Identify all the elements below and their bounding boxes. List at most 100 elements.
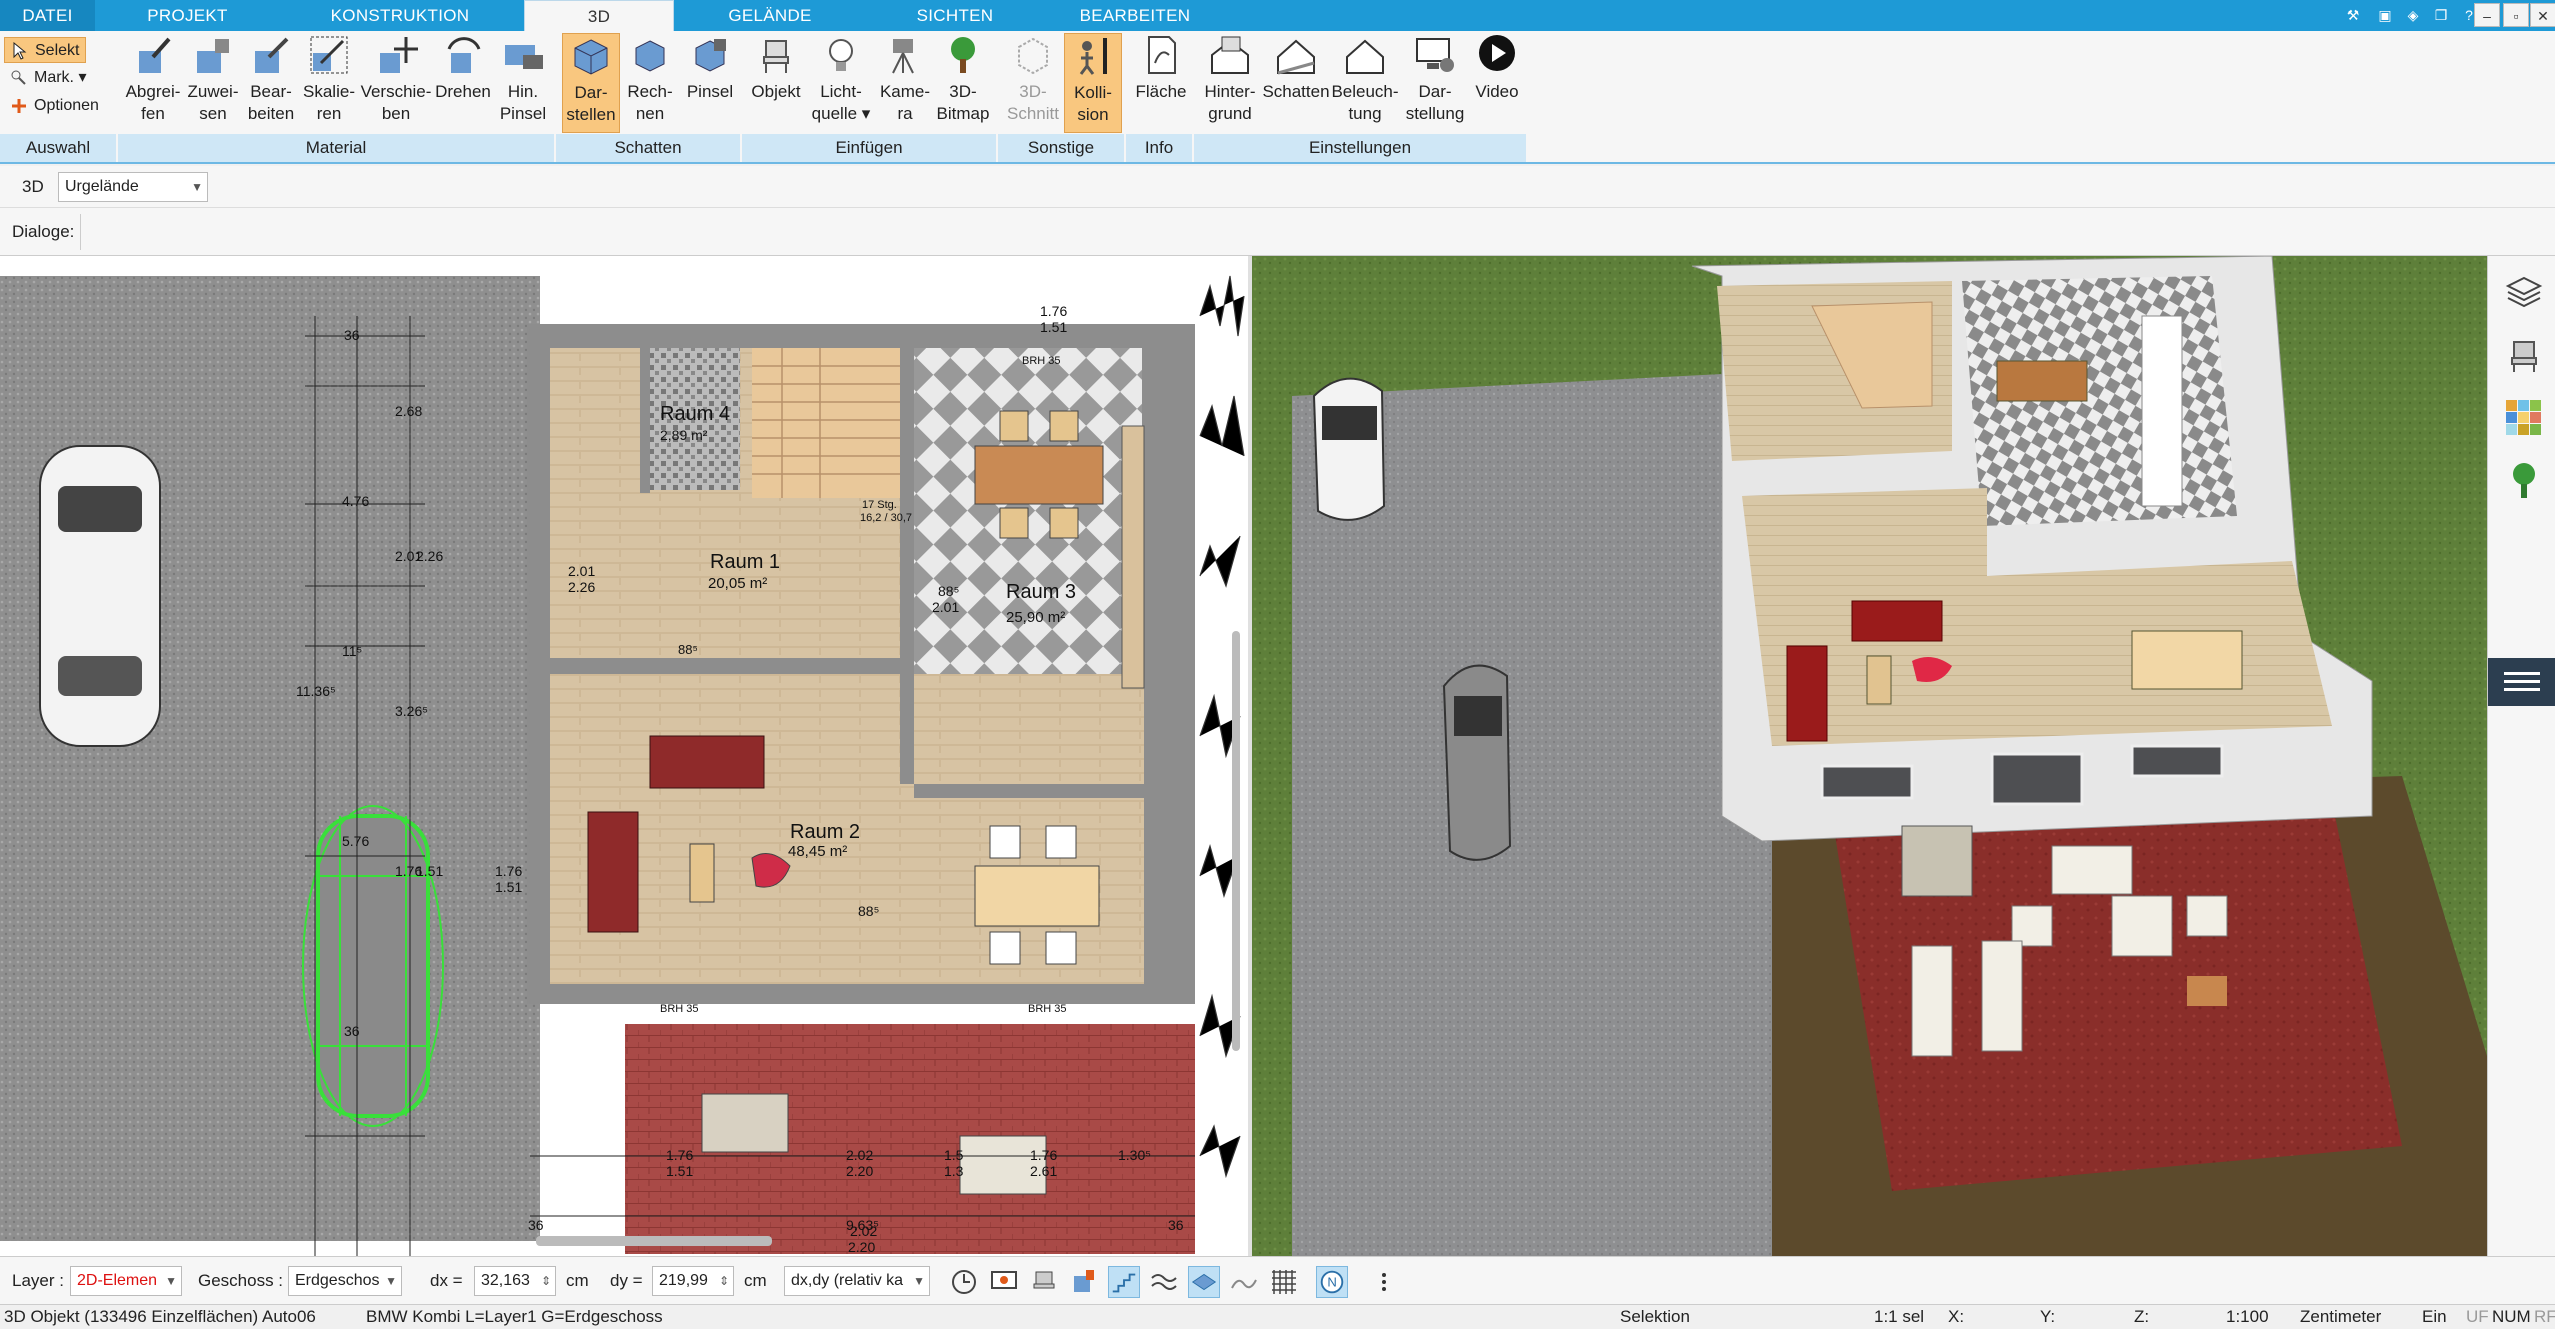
kamera-button[interactable]: Kame-ra (872, 33, 938, 125)
darstellung-label-1: Dar- (1418, 82, 1452, 101)
status-object: 3D Objekt (133496 Einzelflächen) Auto06 (4, 1307, 316, 1326)
dim-151-left: 1.51 (495, 879, 522, 895)
restore-button[interactable]: ▫ (2503, 3, 2529, 27)
clock-icon[interactable] (948, 1266, 980, 1298)
chevron-down-icon: ▼ (913, 1274, 925, 1288)
geschoss-select[interactable]: Erdgeschos ▼ (288, 1266, 402, 1296)
mark-button[interactable]: Mark. ▾ (4, 65, 94, 91)
raum1-area: 20,05 m² (708, 575, 767, 592)
zuweisen-button[interactable]: Zuwei-sen (180, 33, 246, 125)
selekt-button[interactable]: Selekt (4, 37, 86, 63)
close-button[interactable]: ✕ (2530, 3, 2555, 27)
spinner-icon[interactable]: ⇕ (541, 1267, 551, 1295)
hintergrund-button[interactable]: Hinter-grund (1198, 33, 1262, 125)
status-uf: UF (2466, 1307, 2489, 1326)
chair-icon[interactable] (2504, 336, 2544, 376)
dim-130-terr: 1.30⁵ (1118, 1147, 1151, 1163)
ribbon: Selekt Mark. ▾ Optionen Abgrei-fen Zuwei… (0, 31, 2555, 164)
schatten-pinsel-button[interactable]: Pinsel (680, 33, 740, 103)
car-gray-3d[interactable] (1442, 664, 1512, 861)
tab-3d[interactable]: 3D (524, 0, 674, 32)
beleuchtung-button[interactable]: Beleuch-tung (1330, 33, 1400, 125)
floor-plan-view[interactable]: Raum 4 2,89 m² Raum 1 20,05 m² Raum 3 25… (0, 256, 1248, 1256)
more-icon[interactable] (1368, 1266, 1400, 1298)
bearbeiten-button[interactable]: Bear-beiten (238, 33, 304, 125)
duplicate-icon[interactable]: ❐ (2428, 3, 2454, 27)
coffee-table (689, 843, 715, 903)
schatten-settings-button[interactable]: Schatten (1262, 33, 1330, 103)
stairs-icon[interactable] (1108, 1266, 1140, 1298)
kollision-button[interactable]: Kolli-sion (1064, 33, 1122, 133)
abgreifen-button[interactable]: Abgrei-fen (120, 33, 186, 125)
coordinate-mode-select[interactable]: dx,dy (relativ ka ▼ (784, 1266, 930, 1296)
chair-icon[interactable] (1028, 1266, 1060, 1298)
3d-bitmap-label-1: 3D- (949, 82, 977, 101)
3d-view[interactable] (1252, 256, 2487, 1256)
layer-select[interactable]: 2D-Elemen ▼ (70, 1266, 182, 1296)
optionen-button[interactable]: Optionen (4, 93, 114, 119)
dim-201-door-2: 2.01 (932, 599, 959, 615)
tab-bearbeiten[interactable]: BEARBEITEN (1050, 0, 1220, 31)
paint-icon[interactable] (1068, 1266, 1100, 1298)
drehen-button[interactable]: Drehen (430, 33, 496, 103)
floor-plan-canvas[interactable]: Raum 4 2,89 m² Raum 1 20,05 m² Raum 3 25… (0, 256, 1248, 1256)
3d-bitmap-button[interactable]: 3D- Bitmap (930, 33, 996, 125)
layer-label: Layer : (12, 1271, 64, 1290)
raum2-name: Raum 2 (790, 821, 860, 843)
palette-icon[interactable]: ◈ (2400, 3, 2426, 27)
dy-input[interactable]: 219,99 ⇕ (652, 1266, 734, 1296)
terrain-select[interactable]: Urgelände ▼ (58, 172, 208, 202)
kollision-label-2: sion (1077, 105, 1109, 124)
plan-scrollbar-vertical[interactable] (1232, 631, 1240, 1051)
lichtquelle-button[interactable]: Licht-quelle ▾ (808, 33, 874, 125)
dx-input[interactable]: 32,163 ⇕ (474, 1266, 556, 1296)
video-button[interactable]: Video (1470, 33, 1524, 103)
plan-scrollbar-horizontal[interactable] (536, 1236, 772, 1246)
background-icon (1211, 36, 1249, 74)
spinner-icon[interactable]: ⇕ (719, 1267, 729, 1295)
objekt-button[interactable]: Objekt (746, 33, 806, 103)
kitchen-counter-3d (2141, 315, 2183, 507)
tab-gelaende[interactable]: GELÄNDE (700, 0, 840, 31)
verschieben-button[interactable]: Verschie-ben (358, 33, 434, 125)
svg-text:N: N (1327, 1275, 1336, 1290)
tools-icon[interactable]: ⚒ (2340, 3, 2366, 27)
skalieren-label-2: ren (316, 104, 342, 123)
darstellung-label-2: stellung (1405, 104, 1465, 123)
dim-11: 11⁵ (342, 643, 362, 659)
darstellung-button[interactable]: Dar-stellung (1400, 33, 1470, 125)
menu-icon[interactable] (2488, 658, 2555, 706)
plane-icon[interactable] (1188, 1266, 1220, 1298)
group-schatten: Schatten (556, 134, 742, 162)
tree-icon[interactable] (2504, 460, 2544, 500)
dim-576: 5.76 (342, 833, 369, 849)
3d-canvas[interactable] (1252, 256, 2487, 1256)
tab-sichten[interactable]: SICHTEN (880, 0, 1030, 31)
grid-icon[interactable] (1268, 1266, 1300, 1298)
terrain-icon[interactable] (1228, 1266, 1260, 1298)
wave-icon[interactable] (1148, 1266, 1180, 1298)
skalieren-button[interactable]: Skalie-ren (296, 33, 362, 125)
window-icon[interactable]: ▣ (2372, 3, 2398, 27)
snap-icon[interactable]: N (1316, 1266, 1348, 1298)
rechnen-label-1: Rech- (627, 82, 673, 101)
3d-schnitt-button[interactable]: 3D- Schnitt (1002, 33, 1064, 125)
schatten-darstellen-button[interactable]: Dar-stellen (562, 33, 620, 133)
schatten-settings-label: Schatten (1262, 82, 1330, 101)
kitchen-table-3d (1996, 360, 2088, 402)
flaeche-button[interactable]: Fläche (1130, 33, 1192, 103)
materials-icon[interactable] (2504, 398, 2544, 438)
move-icon (380, 37, 418, 73)
tab-projekt[interactable]: PROJEKT (120, 0, 255, 31)
monitor-icon[interactable] (988, 1266, 1020, 1298)
hin-pinsel-button[interactable]: Hin. Pinsel (490, 33, 556, 125)
car-selected-plan[interactable] (302, 805, 444, 1127)
stairs-dim: 16,2 / 30,7 (860, 512, 912, 524)
side-table-3d (2187, 976, 2227, 1006)
schatten-rechnen-button[interactable]: Rech-nen (620, 33, 680, 125)
minimize-button[interactable]: – (2474, 3, 2500, 27)
geschoss-label: Geschoss : (198, 1271, 284, 1290)
tab-datei[interactable]: DATEI (0, 0, 95, 31)
tab-konstruktion[interactable]: KONSTRUKTION (320, 0, 480, 31)
layers-icon[interactable] (2504, 274, 2544, 314)
